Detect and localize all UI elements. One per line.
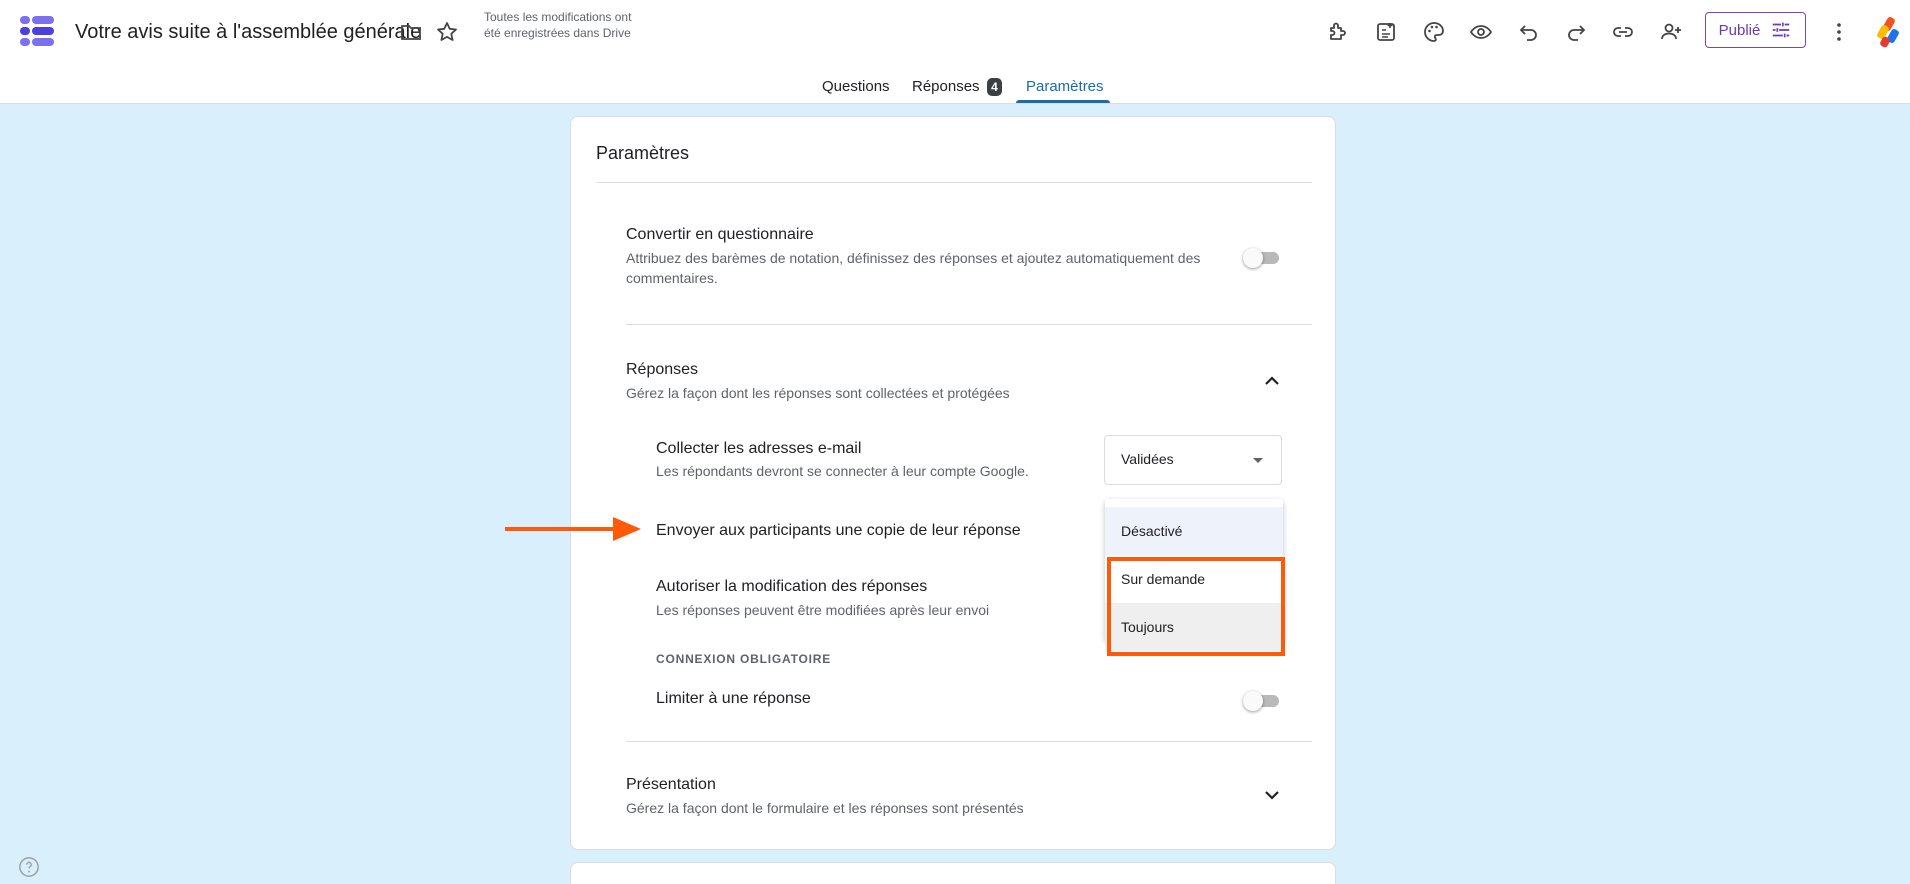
tab-bar: Questions Réponses 4 Paramètres xyxy=(0,72,1910,104)
star-icon[interactable] xyxy=(434,19,460,45)
login-required-header: CONNEXION OBLIGATOIRE xyxy=(656,652,832,666)
publish-label: Publié xyxy=(1718,21,1761,39)
collect-email-selected-value: Validées xyxy=(1121,451,1174,467)
tab-responses[interactable]: Réponses xyxy=(912,78,980,95)
settings-title: Paramètres xyxy=(596,143,690,163)
more-options-icon[interactable] xyxy=(1823,16,1855,48)
annotation-arrow-icon xyxy=(505,517,641,541)
addons-puzzle-icon[interactable] xyxy=(1322,16,1354,48)
active-tab-indicator xyxy=(1016,100,1110,103)
tab-questions[interactable]: Questions xyxy=(822,78,890,95)
presentation-section-description: Gérez la façon dont le formulaire et les… xyxy=(626,800,1024,816)
publish-settings-icon xyxy=(1773,22,1790,38)
help-icon[interactable] xyxy=(18,856,40,878)
publish-button[interactable]: Publié xyxy=(1705,12,1806,48)
option-disabled[interactable]: Désactivé xyxy=(1105,507,1283,555)
forms-logo-icon[interactable] xyxy=(20,14,56,50)
tab-settings[interactable]: Paramètres xyxy=(1026,78,1104,95)
chevron-up-icon[interactable] xyxy=(1260,369,1284,393)
folder-icon[interactable] xyxy=(398,19,424,45)
allow-edit-description: Les réponses peuvent être modifiées aprè… xyxy=(656,602,990,618)
dropdown-caret-icon xyxy=(1253,458,1263,463)
collect-email-title: Collecter les adresses e-mail xyxy=(656,440,862,457)
app-header: Votre avis suite à l'assemblée générale … xyxy=(0,0,1910,104)
quiz-divider xyxy=(626,324,1312,325)
next-settings-card xyxy=(570,862,1336,884)
limit-one-toggle[interactable] xyxy=(1243,690,1279,711)
collect-email-description: Les répondants devront se connecter à le… xyxy=(656,463,1029,479)
undo-icon[interactable] xyxy=(1513,16,1545,48)
responses-section-description: Gérez la façon dont les réponses sont co… xyxy=(626,385,1010,401)
account-app-logo-icon[interactable] xyxy=(1873,15,1907,49)
presentation-section-title[interactable]: Présentation xyxy=(626,776,716,794)
allow-edit-title: Autoriser la modification des réponses xyxy=(656,578,928,595)
add-collaborator-icon[interactable] xyxy=(1655,16,1687,48)
send-copy-title: Envoyer aux participants une copie de le… xyxy=(656,522,1021,539)
quiz-toggle[interactable] xyxy=(1243,247,1279,268)
responses-count-badge: 4 xyxy=(987,78,1002,96)
save-status: Toutes les modifications ont été enregis… xyxy=(484,10,632,40)
preview-eye-icon[interactable] xyxy=(1465,16,1497,48)
limit-one-title: Limiter à une réponse xyxy=(656,690,811,707)
quiz-description: Attribuez des barèmes de notation, défin… xyxy=(626,250,1201,286)
responses-section-title[interactable]: Réponses xyxy=(626,361,698,379)
customize-form-icon[interactable] xyxy=(1370,16,1402,48)
settings-card: Paramètres Convertir en questionnaire At… xyxy=(570,116,1336,850)
form-title[interactable]: Votre avis suite à l'assemblée générale xyxy=(75,21,421,44)
collect-email-select[interactable]: Validées xyxy=(1104,435,1282,485)
chevron-down-icon[interactable] xyxy=(1260,783,1284,807)
toggle-thumb xyxy=(1243,691,1263,711)
annotation-highlight-box xyxy=(1107,557,1285,656)
palette-icon[interactable] xyxy=(1418,16,1450,48)
quiz-title: Convertir en questionnaire xyxy=(626,226,814,243)
toggle-thumb xyxy=(1243,248,1263,268)
redo-icon[interactable] xyxy=(1560,16,1592,48)
link-icon[interactable] xyxy=(1607,16,1639,48)
responses-divider xyxy=(626,741,1312,742)
title-divider xyxy=(596,182,1312,183)
